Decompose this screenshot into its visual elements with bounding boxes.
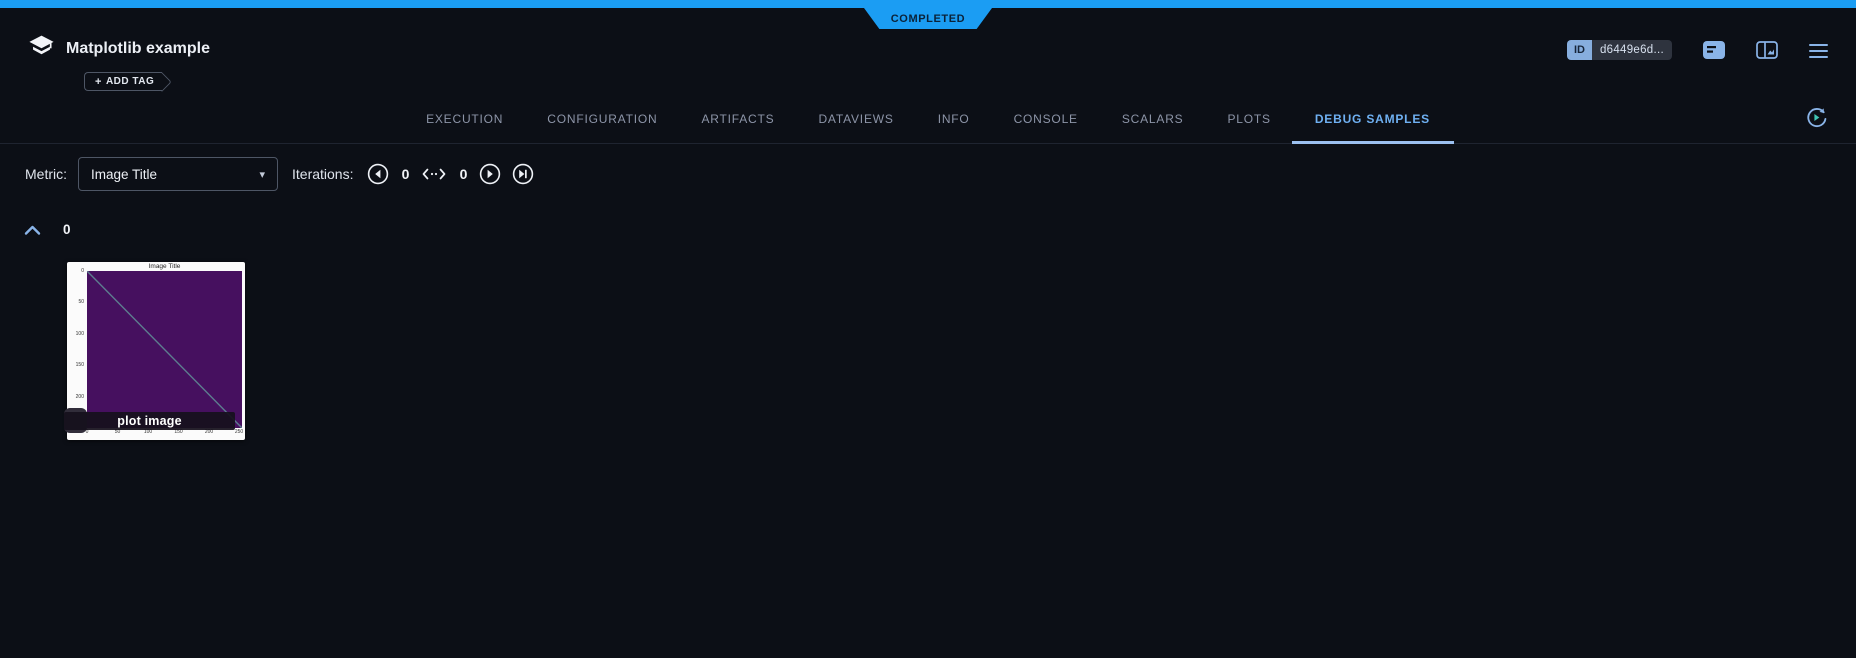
next-iteration-icon[interactable] [479, 163, 501, 185]
x-tick: 200 [202, 430, 216, 435]
details-panel-icon[interactable] [1703, 40, 1725, 60]
experiment-type-icon [27, 32, 56, 61]
y-tick: 0 [67, 269, 84, 274]
metric-dropdown[interactable]: Image Title ▾ [78, 157, 278, 191]
tab-artifacts[interactable]: ARTIFACTS [701, 112, 774, 143]
y-tick: 200 [67, 395, 84, 400]
status-badge: COMPLETED [864, 8, 992, 29]
tab-plots[interactable]: PLOTS [1227, 112, 1270, 143]
newest-iteration-icon[interactable] [512, 163, 534, 185]
thumbnail-caption: plot image [64, 412, 235, 430]
iteration-current-value: 0 [400, 166, 410, 182]
x-tick: 100 [141, 430, 155, 435]
page-title: Matplotlib example [66, 40, 210, 58]
y-tick: 50 [67, 300, 84, 305]
x-tick: 50 [111, 430, 125, 435]
tab-bar: EXECUTION CONFIGURATION ARTIFACTS DATAVI… [0, 86, 1856, 144]
plot-diagonal-line [87, 271, 242, 428]
iteration-group-label: 0 [63, 222, 71, 237]
debug-samples-toolbar: Metric: Image Title ▾ Iterations: 0 0 [0, 156, 1856, 196]
plot-title: Image Title [87, 263, 242, 270]
x-tick: 250 [232, 430, 246, 435]
iterations-controls: Iterations: 0 0 [292, 156, 534, 192]
tab-console[interactable]: CONSOLE [1014, 112, 1078, 143]
menu-icon[interactable] [1809, 42, 1828, 59]
iteration-range-icon [421, 167, 447, 181]
metric-dropdown-value: Image Title [91, 167, 157, 182]
tab-scalars[interactable]: SCALARS [1122, 112, 1184, 143]
status-top-bar [0, 0, 1856, 8]
auto-refresh-icon[interactable] [1805, 106, 1828, 129]
iteration-group-header: 0 [24, 222, 71, 237]
tab-execution[interactable]: EXECUTION [426, 112, 503, 143]
thumbnail-caption-text: plot image [117, 414, 182, 428]
experiment-page: COMPLETED Matplotlib example + ADD TAG I… [0, 0, 1856, 658]
y-tick: 100 [67, 332, 84, 337]
tab-debug-samples[interactable]: DEBUG SAMPLES [1315, 112, 1430, 143]
tab-info[interactable]: INFO [938, 112, 970, 143]
chevron-up-icon[interactable] [24, 224, 41, 236]
id-value: d6449e6d... [1592, 40, 1672, 60]
plot-image-area [87, 271, 242, 428]
tab-configuration[interactable]: CONFIGURATION [547, 112, 657, 143]
iteration-viewed-value: 0 [458, 166, 468, 182]
id-label: ID [1567, 40, 1592, 60]
split-view-icon[interactable] [1756, 40, 1778, 60]
chevron-down-icon: ▾ [259, 168, 265, 181]
y-tick: 150 [67, 363, 84, 368]
metric-label: Metric: [25, 166, 67, 182]
tab-dataviews[interactable]: DATAVIEWS [818, 112, 893, 143]
previous-iteration-icon[interactable] [367, 163, 389, 185]
debug-sample-thumbnail[interactable]: Image Title 0 50 100 150 200 250 0 50 10… [67, 262, 245, 440]
iterations-label: Iterations: [292, 166, 353, 182]
x-tick: 150 [172, 430, 186, 435]
header-actions: ID d6449e6d... [1567, 40, 1828, 60]
experiment-id-badge[interactable]: ID d6449e6d... [1567, 40, 1672, 60]
